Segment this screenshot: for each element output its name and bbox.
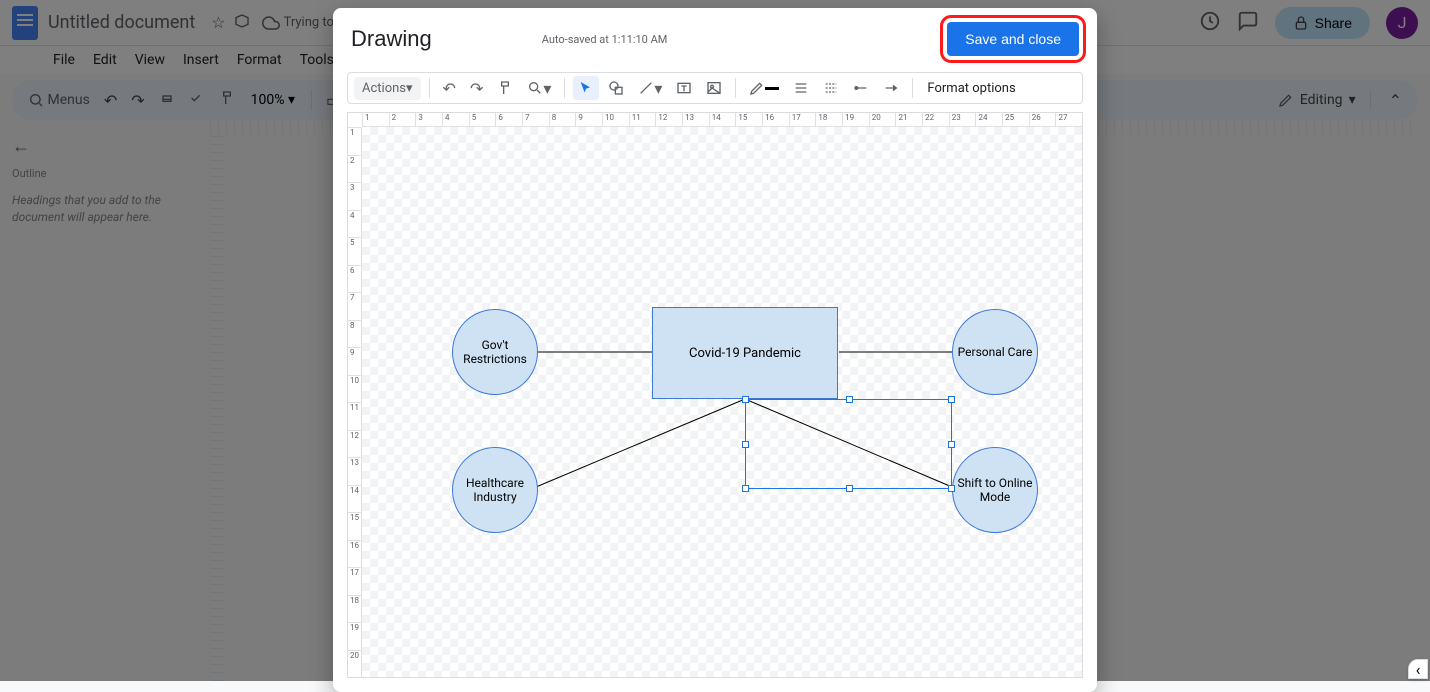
explore-button-icon[interactable]: ‹ — [1408, 659, 1428, 679]
node-health[interactable]: Healthcare Industry — [452, 447, 538, 533]
line-end-icon[interactable] — [878, 76, 904, 100]
shape-tool-icon[interactable] — [603, 76, 629, 100]
border-dash-icon[interactable] — [818, 76, 844, 100]
paint-format-icon[interactable] — [492, 76, 518, 100]
actions-dropdown[interactable]: Actions ▾ — [354, 77, 421, 100]
drawing-canvas-wrap: 1234567891011121314151617181920212223242… — [347, 112, 1083, 678]
textbox-tool-icon[interactable] — [671, 76, 697, 100]
border-weight-icon[interactable] — [788, 76, 814, 100]
drawing-canvas[interactable]: Gov't Restrictions Covid-19 Pandemic Per… — [362, 127, 1082, 677]
drawing-hruler[interactable]: 1234567891011121314151617181920212223242… — [362, 113, 1082, 127]
node-center[interactable]: Covid-19 Pandemic — [652, 307, 838, 399]
save-and-close-button[interactable]: Save and close — [947, 22, 1079, 56]
drawing-vruler[interactable]: 1234567891011121314151617181920 — [348, 127, 362, 677]
node-personal[interactable]: Personal Care — [952, 309, 1038, 395]
drawing-modal: Drawing Auto-saved at 1:11:10 AM Save an… — [333, 8, 1097, 692]
undo-icon[interactable]: ↶ — [438, 75, 461, 102]
format-options-button[interactable]: Format options — [927, 81, 1015, 96]
modal-overlay: Drawing Auto-saved at 1:11:10 AM Save an… — [0, 0, 1430, 681]
line-start-icon[interactable] — [848, 76, 874, 100]
node-gov[interactable]: Gov't Restrictions — [452, 309, 538, 395]
node-shift[interactable]: Shift to Online Mode — [952, 447, 1038, 533]
selected-rect[interactable] — [745, 399, 952, 489]
select-tool-icon[interactable] — [573, 76, 599, 100]
drawing-toolbar: Actions ▾ ↶ ↷ ▾ ▾ — [347, 72, 1083, 104]
border-color-icon[interactable] — [744, 76, 784, 100]
drawing-title: Drawing — [351, 26, 432, 52]
autosave-status: Auto-saved at 1:11:10 AM — [542, 33, 668, 46]
connectors-layer — [362, 127, 1082, 677]
redo-icon[interactable]: ↷ — [465, 75, 488, 102]
image-tool-icon[interactable] — [701, 76, 727, 100]
zoom-icon[interactable]: ▾ — [522, 75, 556, 102]
line-tool-icon[interactable]: ▾ — [633, 75, 667, 102]
